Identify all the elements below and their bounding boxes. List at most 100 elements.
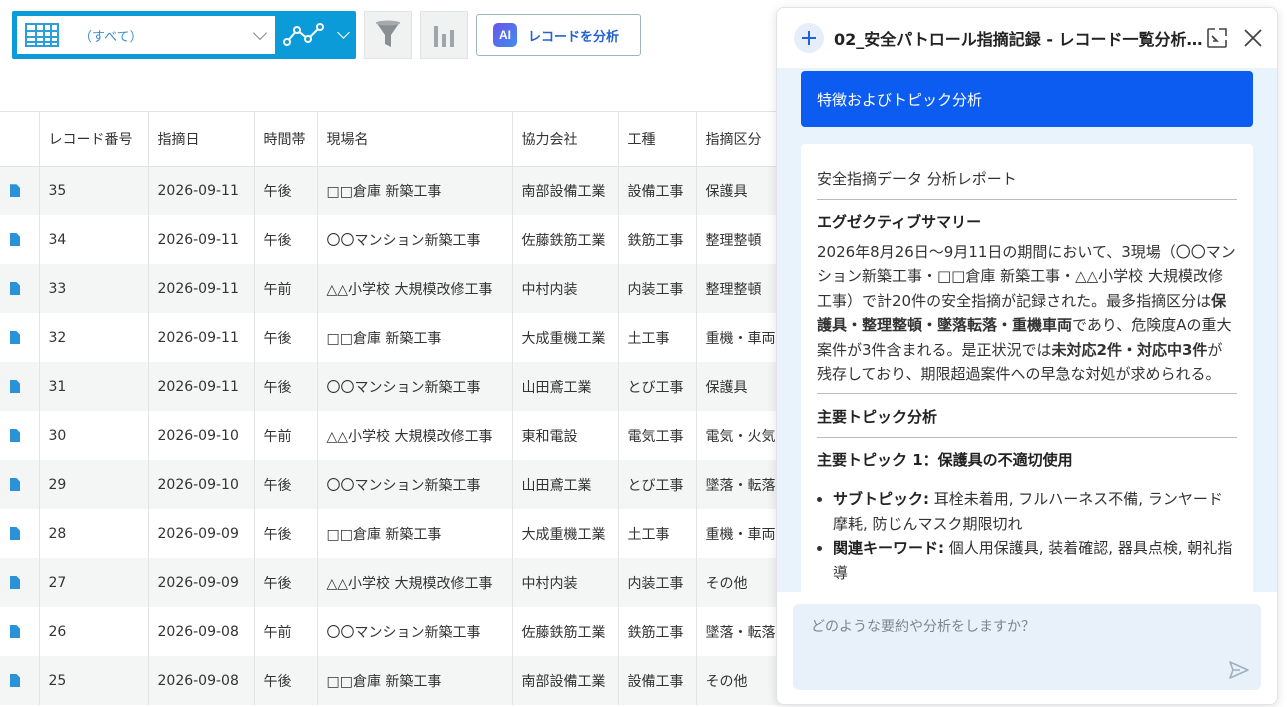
column-header-site[interactable]: 現場名 xyxy=(317,112,513,167)
document-icon[interactable] xyxy=(10,184,20,198)
close-panel-button[interactable] xyxy=(1241,26,1265,50)
cell-category: 整理整頓 xyxy=(696,215,780,264)
chevron-down-icon xyxy=(252,25,268,40)
cell-work-type: 土工事 xyxy=(618,509,697,558)
graph-menu-button[interactable] xyxy=(275,11,356,59)
filter-button[interactable] xyxy=(364,11,412,59)
document-icon[interactable] xyxy=(10,527,20,540)
record-detail-cell[interactable] xyxy=(0,264,40,313)
cell-time: 午後 xyxy=(254,558,318,607)
view-selector: （すべて） xyxy=(12,11,356,59)
document-icon[interactable] xyxy=(10,478,20,491)
table-row[interactable]: 35 2026-09-11 午後 □□倉庫 新築工事 南部設備工業 設備工事 保護具 xyxy=(0,166,780,215)
document-icon[interactable] xyxy=(10,380,20,393)
view-dropdown[interactable]: （すべて） xyxy=(17,16,275,54)
cell-work-type: 土工事 xyxy=(618,313,697,362)
cell-work-type: 内装工事 xyxy=(618,558,697,607)
record-detail-cell[interactable] xyxy=(0,656,40,705)
cell-site: □□倉庫 新築工事 xyxy=(317,656,513,705)
table-row[interactable]: 27 2026-09-09 午後 △△小学校 大規模改修工事 中村内装 内装工事 その他 xyxy=(0,558,780,607)
analysis-report: 安全指摘データ 分析レポート エグゼクティブサマリー 2026年8月26日〜9月… xyxy=(801,144,1253,592)
new-chat-button[interactable] xyxy=(794,23,824,53)
record-detail-cell[interactable] xyxy=(0,166,40,215)
table-row[interactable]: 34 2026-09-11 午後 〇〇マンション新築工事 佐藤鉄筋工業 鉄筋工事 整理整頓 xyxy=(0,215,780,264)
column-header-time[interactable]: 時間帯 xyxy=(254,112,318,167)
list-item: サブトピック: 耳栓未着用, フルハーネス不備, ランヤード摩耗, 防じんマスク… xyxy=(833,487,1237,536)
send-button[interactable] xyxy=(1227,658,1251,682)
record-detail-cell[interactable] xyxy=(0,607,40,656)
table-row[interactable]: 30 2026-09-10 午前 △△小学校 大規模改修工事 東和電設 電気工事 電気・火気 xyxy=(0,411,780,460)
topic-1-list: サブトピック: 耳栓未着用, フルハーネス不備, ランヤード摩耗, 防じんマスク… xyxy=(817,487,1237,585)
cell-company: 中村内装 xyxy=(512,264,619,313)
bar-chart-icon xyxy=(434,26,454,47)
cell-time: 午後 xyxy=(254,656,318,705)
cell-category: 電気・火気 xyxy=(696,411,780,460)
graph-button[interactable] xyxy=(420,11,468,59)
cell-record-number: 25 xyxy=(39,656,149,705)
cell-date: 2026-09-10 xyxy=(148,460,255,509)
cell-record-number: 30 xyxy=(39,411,149,460)
cell-time: 午後 xyxy=(254,460,318,509)
analysis-prompt-input[interactable] xyxy=(793,604,1261,690)
table-row[interactable]: 25 2026-09-08 午後 □□倉庫 新築工事 南部設備工業 設備工事 その他 xyxy=(0,656,780,705)
cell-date: 2026-09-11 xyxy=(148,362,255,411)
cell-category: 整理整頓 xyxy=(696,264,780,313)
table-row[interactable]: 31 2026-09-11 午後 〇〇マンション新築工事 山田鳶工業 とび工事 保護具 xyxy=(0,362,780,411)
column-header-detail xyxy=(0,112,40,167)
document-icon[interactable] xyxy=(10,429,20,442)
cell-company: 南部設備工業 xyxy=(512,656,619,705)
document-icon[interactable] xyxy=(10,625,20,638)
cell-site: 〇〇マンション新築工事 xyxy=(317,362,513,411)
column-header-company[interactable]: 協力会社 xyxy=(512,112,619,167)
analyze-records-button[interactable]: AI レコードを分析 xyxy=(476,14,641,56)
cell-category: その他 xyxy=(696,656,780,705)
document-icon[interactable] xyxy=(10,282,20,295)
cell-record-number: 28 xyxy=(39,509,149,558)
table-row[interactable]: 29 2026-09-10 午後 〇〇マンション新築工事 山田鳶工業 とび工事 墜落・転落 xyxy=(0,460,780,509)
cell-company: 南部設備工業 xyxy=(512,166,619,215)
document-icon[interactable] xyxy=(10,576,20,589)
cell-record-number: 35 xyxy=(39,166,149,215)
filter-icon xyxy=(376,20,400,47)
table-row[interactable]: 26 2026-09-08 午前 〇〇マンション新築工事 佐藤鉄筋工業 鉄筋工事 墜落・転落 xyxy=(0,607,780,656)
document-icon[interactable] xyxy=(10,674,20,687)
record-detail-cell[interactable] xyxy=(0,362,40,411)
cell-site: 〇〇マンション新築工事 xyxy=(317,607,513,656)
table-view-icon xyxy=(25,23,59,47)
ai-icon: AI xyxy=(493,23,517,47)
cell-work-type: 設備工事 xyxy=(618,166,697,215)
cell-date: 2026-09-09 xyxy=(148,509,255,558)
record-detail-cell[interactable] xyxy=(0,509,40,558)
cell-record-number: 29 xyxy=(39,460,149,509)
cell-category: 保護具 xyxy=(696,166,780,215)
cell-work-type: 鉄筋工事 xyxy=(618,215,697,264)
table-row[interactable]: 32 2026-09-11 午後 □□倉庫 新築工事 大成重機工業 土工事 重機・車両 xyxy=(0,313,780,362)
column-header-date[interactable]: 指摘日 xyxy=(148,112,255,167)
cell-site: △△小学校 大規模改修工事 xyxy=(317,411,513,460)
cell-work-type: 内装工事 xyxy=(618,264,697,313)
column-header-category[interactable]: 指摘区分 xyxy=(696,112,780,167)
cell-site: □□倉庫 新築工事 xyxy=(317,313,513,362)
record-detail-cell[interactable] xyxy=(0,411,40,460)
record-detail-cell[interactable] xyxy=(0,558,40,607)
column-header-work-type[interactable]: 工種 xyxy=(618,112,697,167)
cell-record-number: 27 xyxy=(39,558,149,607)
cell-work-type: とび工事 xyxy=(618,362,697,411)
cell-record-number: 31 xyxy=(39,362,149,411)
divider xyxy=(817,393,1237,395)
record-detail-cell[interactable] xyxy=(0,215,40,264)
cell-site: △△小学校 大規模改修工事 xyxy=(317,264,513,313)
table-row[interactable]: 33 2026-09-11 午前 △△小学校 大規模改修工事 中村内装 内装工事 整理整頓 xyxy=(0,264,780,313)
cell-record-number: 26 xyxy=(39,607,149,656)
executive-summary-text: 2026年8月26日〜9月11日の期間において、3現場（〇〇マンション新築工事・… xyxy=(817,243,1236,384)
minimize-panel-button[interactable] xyxy=(1205,26,1229,50)
table-row[interactable]: 28 2026-09-09 午後 □□倉庫 新築工事 大成重機工業 土工事 重機・車両 xyxy=(0,509,780,558)
document-icon[interactable] xyxy=(10,331,20,344)
document-icon[interactable] xyxy=(10,233,20,246)
record-detail-cell[interactable] xyxy=(0,460,40,509)
record-detail-cell[interactable] xyxy=(0,313,40,362)
column-header-record-number[interactable]: レコード番号 xyxy=(39,112,149,167)
cell-record-number: 32 xyxy=(39,313,149,362)
topics-heading: 主要トピック分析 xyxy=(817,406,1237,439)
cell-date: 2026-09-08 xyxy=(148,656,255,705)
